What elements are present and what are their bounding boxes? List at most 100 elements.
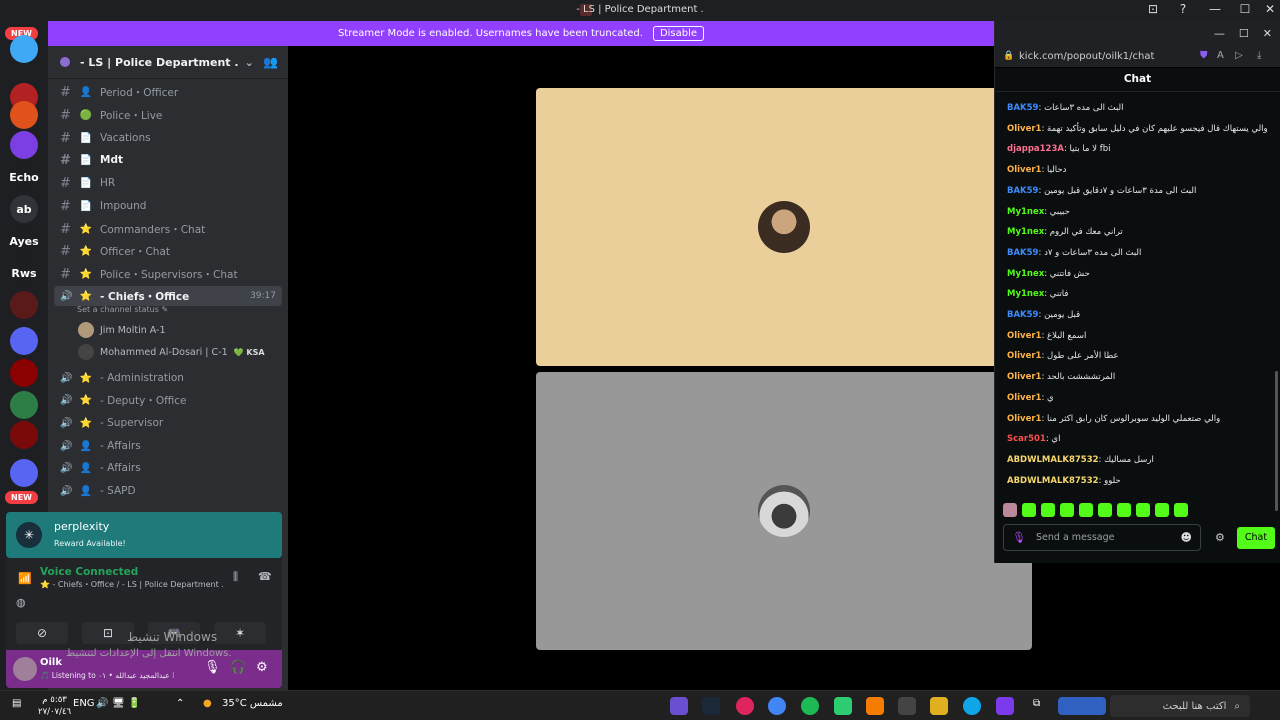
- chat-message[interactable]: BAK59: قبل يومين: [1007, 310, 1080, 320]
- headphones-icon[interactable]: 🎧: [230, 660, 246, 675]
- emote-icon[interactable]: [1117, 503, 1131, 517]
- file-explorer-icon[interactable]: [930, 697, 948, 715]
- emoji-icon[interactable]: ☻: [1181, 531, 1192, 544]
- chrome-icon[interactable]: [768, 697, 786, 715]
- chat-message[interactable]: Oliver1: اسمع البلاغ: [1007, 331, 1086, 341]
- channel-status[interactable]: Set a channel status ✎: [77, 305, 168, 314]
- chat-username[interactable]: djappa123A: [1007, 144, 1064, 154]
- battery-icon[interactable]: 🔋: [128, 698, 140, 709]
- app-icon[interactable]: [866, 697, 884, 715]
- server-icon[interactable]: [10, 359, 38, 387]
- minimize-button[interactable]: —: [1214, 27, 1225, 40]
- participant-tile[interactable]: [536, 88, 1032, 366]
- copilot-icon[interactable]: [996, 697, 1014, 715]
- chat-username[interactable]: BAK59: [1007, 103, 1038, 113]
- microphone-icon[interactable]: 🎙: [1012, 531, 1026, 544]
- chat-username[interactable]: Oliver1: [1007, 414, 1041, 424]
- noise-suppression-icon[interactable]: ◍: [16, 596, 26, 609]
- notification-icon[interactable]: ▤: [12, 698, 21, 709]
- server-icon[interactable]: [10, 131, 38, 159]
- server-icon[interactable]: ab: [10, 195, 38, 223]
- channel-item[interactable]: # 🟢 Police・Live: [54, 105, 282, 125]
- emote-icon[interactable]: [1136, 503, 1150, 517]
- microphone-icon[interactable]: 🎙: [204, 660, 221, 675]
- voice-location[interactable]: ⭐ - Chiefs・Office / - LS | Police Depart…: [40, 579, 224, 590]
- app-icon[interactable]: [670, 697, 688, 715]
- channel-item[interactable]: 🔊 👤 - Affairs: [54, 436, 282, 456]
- chat-username[interactable]: Oliver1: [1007, 351, 1041, 361]
- chat-username[interactable]: BAK59: [1007, 310, 1038, 320]
- channel-item[interactable]: # ⭐ Police・Supervisors・Chat: [54, 264, 282, 284]
- participant-tile[interactable]: [536, 372, 1032, 650]
- channel-item[interactable]: # 📄 HR: [54, 173, 282, 193]
- task-view-icon[interactable]: ⧉: [1033, 698, 1040, 709]
- help-icon[interactable]: ?: [1173, 2, 1193, 16]
- settings-icon[interactable]: ⚙: [256, 660, 268, 675]
- chat-message[interactable]: Oliver1: والي يستهاك قال فيجسو عليهم كان…: [1007, 124, 1268, 134]
- chat-settings-icon[interactable]: ⚙: [1215, 531, 1225, 544]
- close-button[interactable]: ✕: [1260, 2, 1280, 16]
- chat-message[interactable]: Oliver1: عطا الأمر على طول: [1007, 351, 1119, 361]
- chat-username[interactable]: Oliver1: [1007, 393, 1041, 403]
- chat-message[interactable]: ABDWLMALK87532: ارسل مساليك: [1007, 455, 1154, 465]
- server-icon[interactable]: [10, 35, 38, 63]
- channel-item[interactable]: 🔊 ⭐ - Chiefs・Office 39:17: [54, 286, 282, 306]
- channel-item[interactable]: 🔊 👤 - Affairs: [54, 458, 282, 478]
- search-highlight-icon[interactable]: [1058, 697, 1106, 715]
- maximize-button[interactable]: ☐: [1239, 27, 1249, 40]
- weather-text[interactable]: 35°C مشمس: [222, 698, 283, 709]
- chat-message[interactable]: BAK59: البث الى مدة ٣ساعات و ٧دقايق قبل …: [1007, 186, 1196, 196]
- server-icon[interactable]: Echo: [9, 163, 39, 191]
- chat-message[interactable]: My1nex: حبيبي: [1007, 207, 1070, 217]
- scrollbar[interactable]: [1275, 371, 1278, 511]
- server-icon[interactable]: [10, 291, 38, 319]
- emote-icon[interactable]: [1155, 503, 1169, 517]
- chat-username[interactable]: My1nex: [1007, 227, 1044, 237]
- minimize-button[interactable]: —: [1205, 2, 1225, 16]
- chat-input[interactable]: 🎙 Send a message ☻: [1003, 524, 1201, 551]
- channel-item[interactable]: # ⭐ Commanders・Chat: [54, 219, 282, 239]
- chat-input-placeholder[interactable]: Send a message: [1036, 532, 1114, 543]
- chat-username[interactable]: My1nex: [1007, 207, 1044, 217]
- opera-icon[interactable]: [736, 697, 754, 715]
- language-indicator[interactable]: ENG: [73, 698, 95, 709]
- emote-icon[interactable]: [1098, 503, 1112, 517]
- server-icon[interactable]: Ayes: [9, 227, 39, 255]
- chat-username[interactable]: ABDWLMALK87532: [1007, 476, 1099, 486]
- chat-message[interactable]: Oliver1: والي صتعملي الوليد سوبرالوس كان…: [1007, 414, 1220, 424]
- channel-item[interactable]: 🔊 ⭐ - Supervisor: [54, 413, 282, 433]
- channel-item[interactable]: 🔊 ⭐ - Administration: [54, 368, 282, 388]
- effects-button[interactable]: ✶: [214, 622, 266, 644]
- channel-item[interactable]: # 📄 Impound: [54, 196, 282, 216]
- disable-button[interactable]: Disable: [652, 26, 705, 41]
- chat-message[interactable]: My1nex: فاتني: [1007, 289, 1068, 299]
- channel-item[interactable]: # 📄 Mdt: [54, 150, 282, 170]
- soundboard-icon[interactable]: ⫼: [233, 570, 238, 584]
- video-off-button[interactable]: ⊘: [16, 622, 68, 644]
- chat-message[interactable]: Oliver1: دحاليا: [1007, 165, 1066, 175]
- chat-message[interactable]: Scar501: اي: [1007, 434, 1060, 444]
- signal-icon[interactable]: 📶: [18, 572, 32, 585]
- channel-item[interactable]: 🔊 ⭐ - Deputy・Office: [54, 390, 282, 410]
- channel-item[interactable]: # 👤 Period・Officer: [54, 82, 282, 102]
- send-chat-button[interactable]: Chat: [1237, 527, 1275, 549]
- chat-message[interactable]: Oliver1: ي: [1007, 393, 1054, 403]
- chat-message[interactable]: My1nex: تراني معك في الروم: [1007, 227, 1123, 237]
- guild-header[interactable]: - LS | Police Department . ⌄ 👥: [48, 46, 288, 79]
- url-text[interactable]: kick.com/popout/oilk1/chat: [1019, 51, 1154, 62]
- edge-icon[interactable]: [963, 697, 981, 715]
- chat-username[interactable]: BAK59: [1007, 186, 1038, 196]
- chat-username[interactable]: Oliver1: [1007, 372, 1041, 382]
- channel-item[interactable]: 🔊 👤 - SAPD: [54, 481, 282, 501]
- steam-icon[interactable]: [702, 697, 720, 715]
- maximize-button[interactable]: ☐: [1235, 2, 1255, 16]
- volume-icon[interactable]: 🔊: [96, 698, 108, 709]
- avatar[interactable]: [13, 657, 37, 681]
- chat-message[interactable]: BAK59: البث الى مده ٣ساعات و ٧د: [1007, 248, 1141, 258]
- send-icon[interactable]: ▷: [1235, 50, 1243, 61]
- spotify-icon[interactable]: [801, 697, 819, 715]
- server-icon[interactable]: [10, 327, 38, 355]
- chat-username[interactable]: My1nex: [1007, 269, 1044, 279]
- channel-item[interactable]: # ⭐ Officer・Chat: [54, 241, 282, 261]
- server-icon[interactable]: [10, 391, 38, 419]
